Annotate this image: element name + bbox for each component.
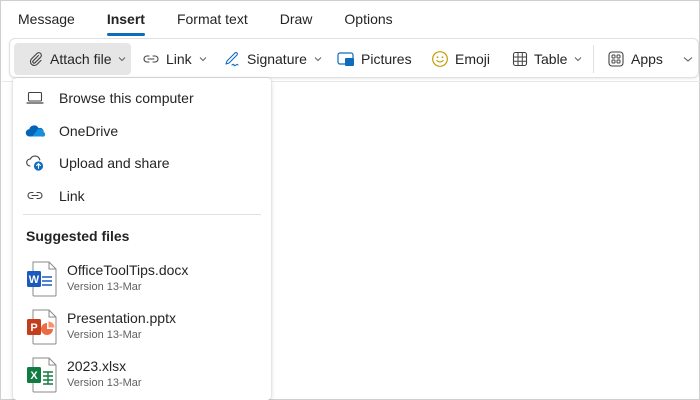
emoji-label: Emoji — [455, 51, 491, 67]
pictures-button[interactable]: Pictures — [337, 43, 412, 75]
signature-button[interactable]: Signature — [223, 43, 323, 75]
tab-draw[interactable]: Draw — [280, 1, 313, 37]
suggested-file-word[interactable]: W OfficeToolTips.docx Version 13-Mar — [13, 257, 271, 303]
table-grid-icon — [512, 51, 528, 67]
emoji-button[interactable]: Emoji — [431, 43, 490, 75]
attach-file-button[interactable]: Attach file — [14, 43, 131, 75]
picture-icon — [337, 52, 354, 66]
suggested-files-heading: Suggested files — [26, 228, 130, 244]
word-file-icon: W — [27, 261, 57, 297]
suggested-file-excel[interactable]: X 2023.xlsx Version 13-Mar — [13, 353, 271, 399]
menu-divider — [23, 214, 261, 215]
svg-text:X: X — [30, 370, 38, 382]
menu-item-label: Browse this computer — [59, 90, 194, 106]
file-version: Version 13-Mar — [67, 329, 142, 341]
onedrive-cloud-icon — [25, 123, 45, 139]
signature-pen-icon — [225, 52, 239, 67]
compose-window: Message Insert Format text Draw Options … — [0, 0, 700, 400]
laptop-icon — [25, 90, 45, 106]
file-version: Version 13-Mar — [67, 281, 142, 293]
attach-file-label: Attach file — [50, 51, 112, 67]
link-icon — [143, 55, 159, 63]
tab-format-text[interactable]: Format text — [177, 1, 248, 37]
tab-options[interactable]: Options — [344, 1, 392, 37]
table-label: Table — [534, 51, 568, 67]
excel-file-icon: X — [27, 357, 57, 393]
powerpoint-file-icon: P — [27, 309, 57, 345]
menu-item-link[interactable]: Link — [13, 180, 271, 212]
signature-label: Signature — [247, 51, 307, 67]
chevron-down-icon — [575, 57, 582, 62]
apps-label: Apps — [631, 51, 663, 67]
emoji-smile-icon — [432, 51, 448, 67]
pictures-label: Pictures — [361, 51, 412, 67]
ribbon-tabs: Message Insert Format text Draw Options — [1, 1, 699, 37]
link-icon — [25, 188, 45, 204]
tab-message[interactable]: Message — [18, 1, 75, 37]
insert-toolbar: Attach file Link Signature Pictures Emoj… — [9, 38, 699, 78]
table-button[interactable]: Table — [512, 43, 583, 75]
suggested-file-powerpoint[interactable]: P Presentation.pptx Version 13-Mar — [13, 305, 271, 351]
tab-insert[interactable]: Insert — [106, 1, 146, 37]
file-name: 2023.xlsx — [67, 358, 127, 374]
link-button[interactable]: Link — [142, 43, 208, 75]
chevron-down-icon — [119, 57, 126, 62]
file-version: Version 13-Mar — [67, 377, 142, 389]
chevron-down-icon — [199, 57, 207, 62]
file-name: Presentation.pptx — [67, 310, 176, 326]
file-name: OfficeToolTips.docx — [67, 262, 189, 278]
menu-item-label: OneDrive — [59, 123, 119, 139]
svg-text:P: P — [30, 322, 37, 334]
ribbon-overflow-chevron-icon[interactable] — [680, 51, 696, 67]
cloud-upload-icon — [25, 155, 45, 171]
svg-text:W: W — [29, 274, 40, 286]
menu-item-upload-share[interactable]: Upload and share — [13, 147, 271, 179]
menu-item-label: Upload and share — [59, 155, 170, 171]
menu-item-label: Link — [59, 188, 85, 204]
toolbar-divider — [593, 45, 594, 73]
apps-grid-icon — [608, 51, 624, 67]
apps-button[interactable]: Apps — [607, 43, 663, 75]
chevron-down-icon — [314, 57, 322, 62]
link-label: Link — [166, 51, 192, 67]
menu-item-onedrive[interactable]: OneDrive — [13, 115, 271, 147]
paperclip-icon — [29, 52, 42, 66]
menu-item-browse-computer[interactable]: Browse this computer — [13, 82, 271, 114]
attach-file-menu: Browse this computer OneDrive Upload and… — [13, 78, 271, 400]
